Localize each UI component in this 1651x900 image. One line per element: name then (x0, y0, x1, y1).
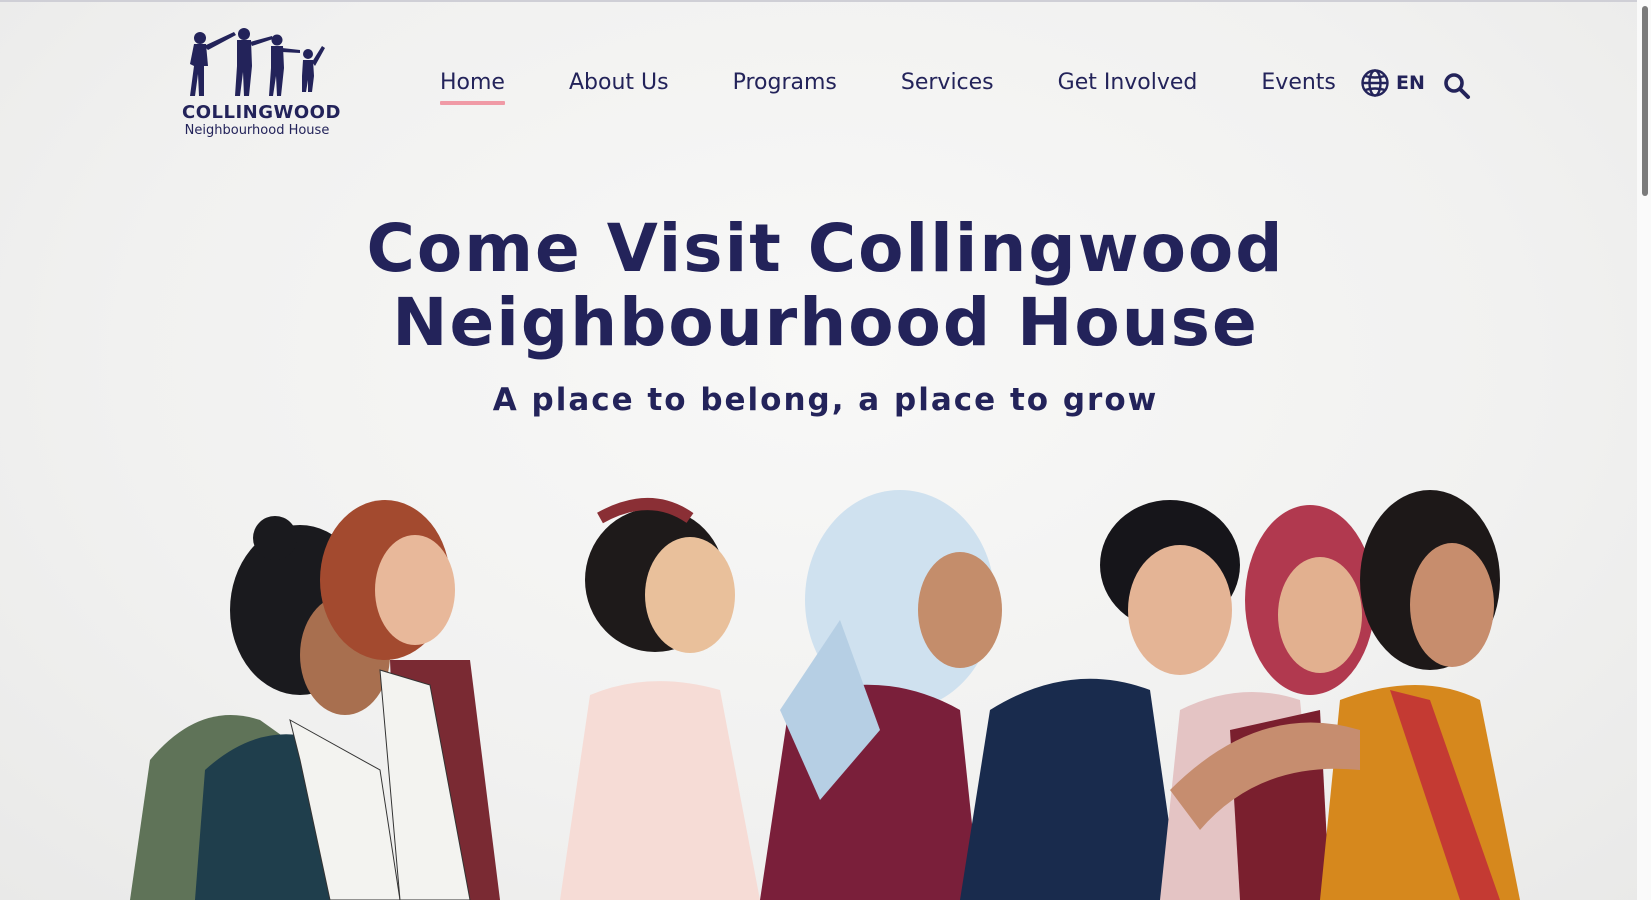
main-nav: Home About Us Programs Services Get Invo… (440, 70, 1400, 106)
person-3 (560, 498, 760, 900)
search-icon (1444, 73, 1470, 99)
nav-item-events[interactable]: Events (1261, 70, 1336, 106)
hero-subtitle: A place to belong, a place to grow (492, 382, 1159, 418)
top-border (0, 0, 1651, 2)
page: COLLINGWOOD Neighbourhood House Home Abo… (0, 0, 1651, 900)
logo-figures-icon (190, 28, 325, 96)
nav-item-home[interactable]: Home (440, 70, 505, 106)
logo[interactable]: COLLINGWOOD Neighbourhood House (182, 26, 341, 138)
nav-item-get-involved[interactable]: Get Involved (1058, 70, 1198, 106)
scrollbar-thumb[interactable] (1642, 6, 1648, 196)
nav-item-about-us[interactable]: About Us (569, 70, 669, 106)
search-button[interactable] (1443, 72, 1471, 100)
scrollbar[interactable] (1637, 0, 1651, 900)
language-selector[interactable]: EN (1360, 68, 1425, 98)
person-4 (760, 490, 1002, 900)
hero-photo (130, 490, 1520, 900)
hero-title-line1: Come Visit Collingwood (366, 210, 1285, 287)
language-label: EN (1396, 72, 1425, 94)
nav-item-services[interactable]: Services (901, 70, 994, 106)
globe-icon (1361, 69, 1389, 97)
logo-subtitle: Neighbourhood House (184, 123, 330, 138)
nav-item-programs[interactable]: Programs (733, 70, 837, 106)
hero-title-line2: Neighbourhood House (392, 284, 1259, 361)
logo-title: COLLINGWOOD (182, 102, 341, 123)
hero-title: Come Visit Collingwood Neighbourhood Hou… (0, 212, 1651, 360)
